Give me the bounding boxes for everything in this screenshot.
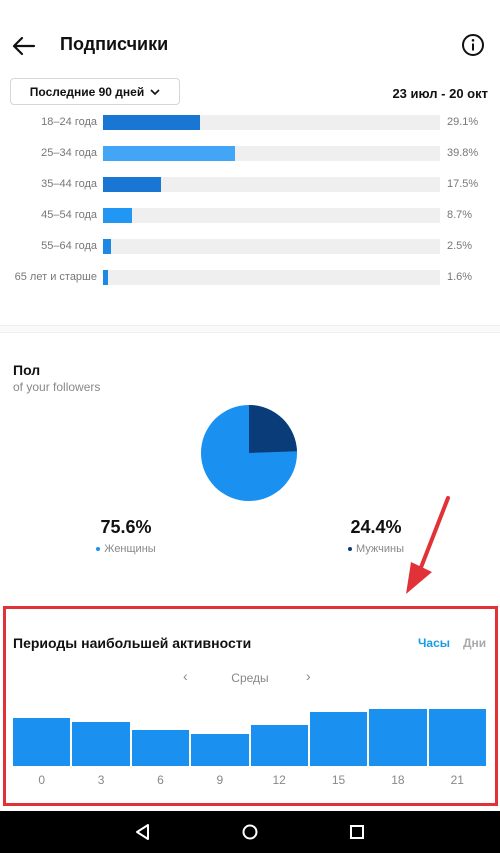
system-navbar [0, 811, 500, 853]
age-percent: 39.8% [447, 147, 479, 159]
section-divider [0, 325, 500, 333]
hour-tick-label: 18 [391, 773, 405, 787]
gender-subtitle: of your followers [13, 380, 101, 394]
tab-days[interactable]: Дни [463, 636, 486, 650]
selected-day: Среды [231, 671, 269, 685]
men-label: Мужчины [355, 543, 404, 555]
age-row: 35–44 года 17.5% [0, 177, 500, 195]
activity-bar [131, 729, 190, 766]
gender-title: Пол [13, 362, 41, 378]
age-label: 35–44 года [41, 178, 97, 190]
date-range: 23 июл - 20 окт [392, 86, 488, 101]
age-label: 65 лет и старше [14, 271, 97, 283]
activity-bar [369, 708, 427, 766]
age-percent: 17.5% [447, 178, 479, 190]
age-row: 65 лет и старше 1.6% [0, 270, 500, 288]
chevron-right-icon[interactable]: › [306, 668, 311, 684]
age-bar-track [103, 239, 440, 254]
women-label: Женщины [104, 543, 156, 555]
activity-bar-chart [13, 700, 486, 766]
chevron-left-icon[interactable]: ‹ [183, 668, 188, 684]
age-bar-track [103, 208, 440, 223]
women-percent: 75.6% [100, 517, 152, 537]
age-bar-fill [103, 146, 236, 161]
tab-hours[interactable]: Часы [418, 636, 450, 650]
back-arrow-icon[interactable] [10, 32, 38, 60]
activity-bar [250, 725, 308, 766]
age-percent: 8.7% [447, 209, 473, 221]
age-bar-track [103, 115, 440, 130]
activity-bar [13, 718, 71, 766]
age-row: 25–34 года 39.8% [0, 146, 500, 164]
men-dot-icon [347, 547, 352, 552]
gender-pie-chart [200, 404, 298, 502]
hour-tick-label: 12 [272, 773, 286, 787]
age-bar-track [103, 177, 440, 192]
hour-tick-label: 21 [450, 773, 464, 787]
age-percent: 29.1% [447, 116, 479, 128]
age-percent: 1.6% [447, 271, 473, 283]
period-label: Последние 90 дней [29, 84, 145, 99]
age-label: 45–54 года [41, 209, 97, 221]
recents-square-icon[interactable] [348, 823, 366, 841]
age-bar-fill [103, 115, 200, 130]
activity-title: Периоды наибольшей активности [13, 635, 252, 651]
age-label: 55–64 года [41, 240, 97, 252]
age-percent: 2.5% [447, 240, 473, 252]
age-bar-fill [103, 208, 132, 223]
age-label: 18–24 года [41, 116, 97, 128]
activity-bar [191, 733, 249, 766]
hour-tick-label: 3 [97, 773, 105, 787]
info-icon[interactable] [461, 33, 485, 57]
age-row: 45–54 года 8.7% [0, 208, 500, 226]
age-row: 18–24 года 29.1% [0, 115, 500, 133]
women-legend: Женщины [56, 543, 196, 555]
chevron-down-icon [150, 88, 160, 95]
page-title: Подписчики [60, 34, 169, 54]
app-header: Подписчики [0, 0, 500, 88]
activity-bar [309, 711, 368, 766]
age-bar-fill [103, 270, 109, 285]
women-dot-icon [96, 547, 101, 552]
pie-slice-men [249, 404, 297, 453]
age-row: 55–64 года 2.5% [0, 239, 500, 257]
hour-tick-label: 15 [331, 773, 346, 787]
hour-tick-label: 9 [216, 773, 224, 787]
age-bar-track [103, 146, 440, 161]
back-triangle-icon[interactable] [134, 823, 152, 841]
annotation-arrow-icon [406, 496, 450, 594]
hour-tick-label: 6 [157, 773, 164, 787]
age-bar-fill [103, 239, 112, 254]
hour-tick-label: 0 [38, 773, 46, 787]
age-bar-fill [103, 177, 162, 192]
activity-bar [72, 722, 130, 766]
activity-bar [428, 708, 486, 766]
home-circle-icon[interactable] [241, 823, 259, 841]
period-dropdown[interactable]: Последние 90 дней [10, 78, 180, 105]
age-label: 25–34 года [41, 147, 97, 159]
age-bar-track [103, 270, 440, 285]
